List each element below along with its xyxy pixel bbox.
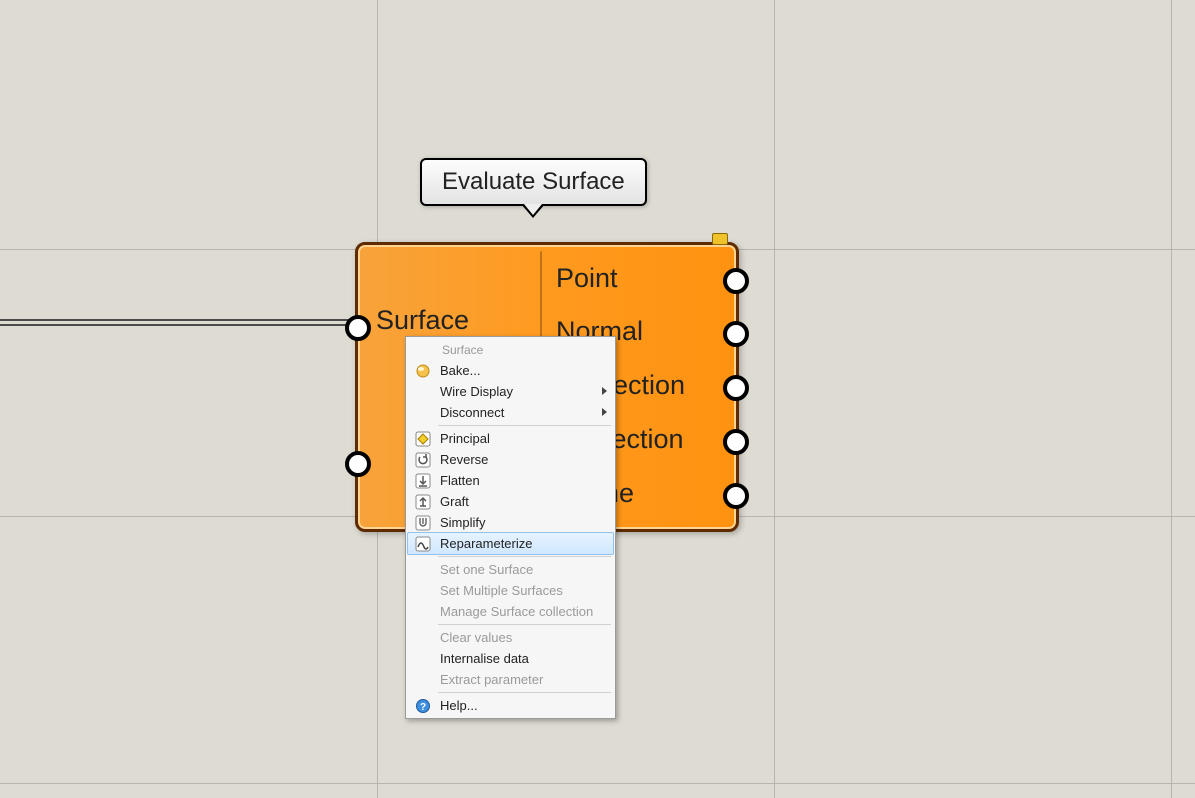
submenu-arrow-icon [602,387,607,395]
context-menu: Bake... Wire Display Disconnect Principa… [405,336,616,719]
output-port-normal[interactable] [723,321,749,347]
input-port-uv[interactable] [345,451,371,477]
menu-item-graft[interactable]: Graft [408,491,613,512]
menu-label: Set one Surface [434,562,613,577]
menu-label: Wire Display [434,384,613,399]
menu-item-reparameterize[interactable]: Reparameterize [407,532,614,555]
output-port-point[interactable] [723,268,749,294]
menu-item-principal[interactable]: Principal [408,428,613,449]
menu-item-flatten[interactable]: Flatten [408,470,613,491]
menu-item-manage-surface-collection: Manage Surface collection [408,601,613,622]
menu-item-bake[interactable]: Bake... [408,360,613,381]
reverse-icon [415,452,431,468]
menu-item-set-one-surface: Set one Surface [408,559,613,580]
help-icon: ? [415,698,431,714]
menu-label: Internalise data [434,651,613,666]
output-label-point: Point [556,263,618,294]
menu-item-simplify[interactable]: Simplify [408,512,613,533]
menu-separator [438,556,611,557]
reparameterize-icon [415,536,431,552]
simplify-icon [415,515,431,531]
input-label-surface[interactable]: Surface [376,305,469,336]
tooltip-label: Evaluate Surface [442,168,625,195]
menu-item-reverse[interactable]: Reverse [408,449,613,470]
menu-item-disconnect[interactable]: Disconnect [408,402,613,423]
input-port-surface[interactable] [345,315,371,341]
flatten-icon [415,473,431,489]
menu-label: Set Multiple Surfaces [434,583,613,598]
menu-label: Reverse [434,452,613,467]
menu-label: Reparameterize [434,536,613,551]
bake-icon [415,363,431,379]
component-warning-tag-icon [712,233,728,245]
menu-item-extract-parameter: Extract parameter [408,669,613,690]
menu-separator [438,425,611,426]
submenu-arrow-icon [602,408,607,416]
menu-label: Simplify [434,515,613,530]
principal-icon [415,431,431,447]
menu-name-input[interactable] [440,342,613,358]
menu-item-wire-display[interactable]: Wire Display [408,381,613,402]
menu-label: Extract parameter [434,672,613,687]
menu-separator [438,624,611,625]
menu-label: Disconnect [434,405,613,420]
menu-separator [438,692,611,693]
graft-icon [415,494,431,510]
menu-item-set-multiple-surfaces: Set Multiple Surfaces [408,580,613,601]
output-port-frame[interactable] [723,483,749,509]
output-port-vdir[interactable] [723,429,749,455]
tooltip-evaluate-surface: Evaluate Surface [420,158,647,206]
svg-text:?: ? [420,702,426,713]
menu-item-clear-values: Clear values [408,627,613,648]
menu-label: Clear values [434,630,613,645]
tooltip-arrow-icon [521,204,545,218]
menu-label: Graft [434,494,613,509]
output-port-udir[interactable] [723,375,749,401]
menu-label: Flatten [434,473,613,488]
menu-label: Bake... [434,363,613,378]
menu-label: Principal [434,431,613,446]
menu-name-row[interactable] [408,339,613,360]
menu-item-help[interactable]: ? Help... [408,695,613,716]
menu-label: Manage Surface collection [434,604,613,619]
menu-label: Help... [434,698,613,713]
menu-item-internalise-data[interactable]: Internalise data [408,648,613,669]
